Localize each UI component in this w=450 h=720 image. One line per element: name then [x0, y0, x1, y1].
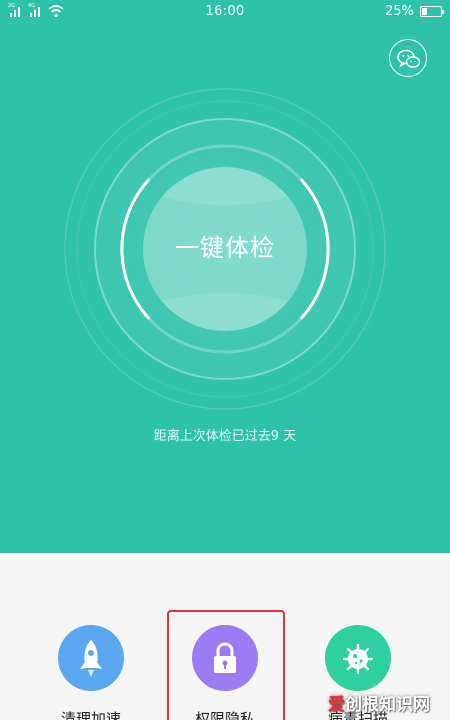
virus-icon — [342, 643, 374, 675]
highlight-frame — [167, 610, 285, 720]
cleanup-button[interactable] — [58, 625, 124, 691]
checkup-label[interactable]: 一键体检 — [0, 228, 450, 263]
last-check-text: 距离上次体检已过去9 天 — [153, 429, 297, 444]
shortcut-label-cleanup: 清理加速 — [60, 710, 121, 720]
hero-panel: 2G 4G 16:00 25% 一键体检 距离上次体检已过去9 天 — [0, 0, 450, 553]
watermark-text: 创根知识网 — [345, 695, 430, 715]
checkup-dial — [47, 71, 403, 427]
site-watermark: 爱创根知识网 — [328, 690, 430, 715]
virus-scan-button[interactable] — [325, 625, 391, 691]
rocket-icon — [80, 640, 102, 677]
watermark-accent: 爱 — [328, 695, 345, 715]
